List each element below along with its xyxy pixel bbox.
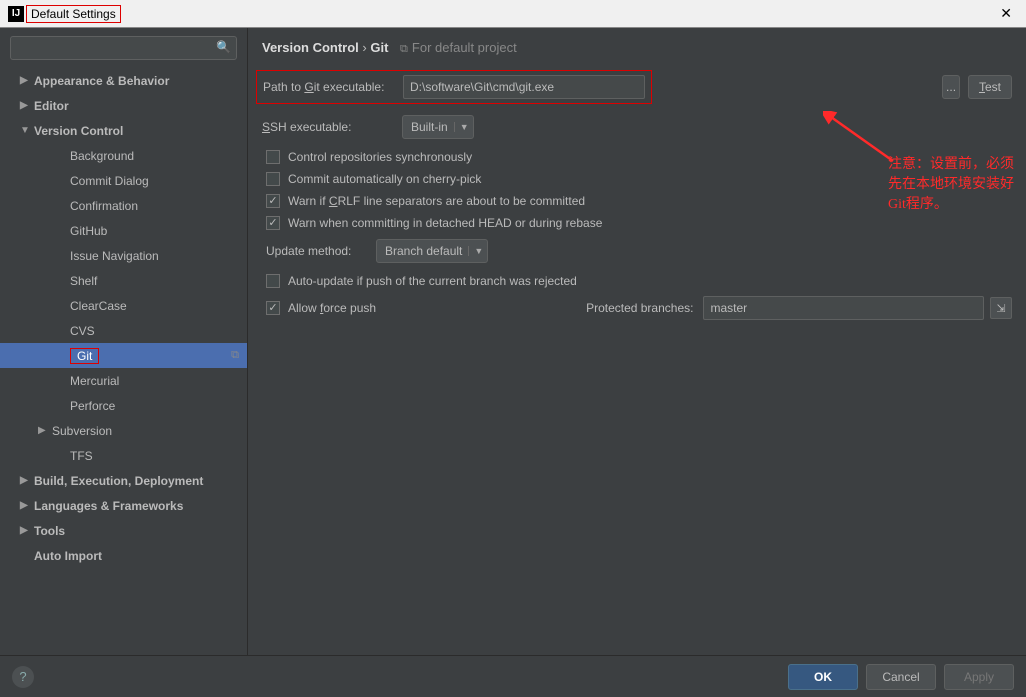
arrow-icon: ▶: [20, 500, 34, 511]
sidebar-item-languages-frameworks[interactable]: ▶Languages & Frameworks: [0, 493, 247, 518]
chevron-down-icon: ▼: [468, 246, 483, 256]
sidebar-item-clearcase[interactable]: ClearCase: [0, 293, 247, 318]
sidebar-item-mercurial[interactable]: Mercurial: [0, 368, 247, 393]
copy-icon: ⧉: [231, 349, 239, 362]
checkbox-icon: [266, 194, 280, 208]
sidebar-item-tfs[interactable]: TFS: [0, 443, 247, 468]
sidebar-item-background[interactable]: Background: [0, 143, 247, 168]
checkbox-icon: [266, 216, 280, 230]
arrow-icon: ▶: [20, 75, 34, 86]
sidebar-item-build-execution-deployment[interactable]: ▶Build, Execution, Deployment: [0, 468, 247, 493]
project-icon: ⧉: [400, 43, 408, 55]
arrow-icon: ▼: [20, 125, 34, 136]
sidebar-item-commit-dialog[interactable]: Commit Dialog: [0, 168, 247, 193]
sidebar: 🔍 ▶Appearance & Behavior▶Editor▼Version …: [0, 28, 248, 655]
ok-button[interactable]: OK: [788, 664, 858, 690]
git-path-input[interactable]: [403, 75, 645, 99]
sidebar-item-subversion[interactable]: ▶Subversion: [0, 418, 247, 443]
chevron-down-icon: ▼: [454, 122, 469, 132]
close-icon[interactable]: ✕: [994, 5, 1018, 22]
sidebar-item-perforce[interactable]: Perforce: [0, 393, 247, 418]
content-panel: Version Control › Git ⧉For default proje…: [248, 28, 1026, 655]
window-title: Default Settings: [30, 7, 994, 21]
arrow-icon: ▶: [38, 425, 52, 436]
check-detached-head[interactable]: Warn when committing in detached HEAD or…: [262, 216, 1012, 230]
apply-button[interactable]: Apply: [944, 664, 1014, 690]
search-icon: 🔍: [216, 40, 231, 54]
arrow-icon: ▶: [20, 100, 34, 111]
protected-branches-label: Protected branches:: [586, 301, 693, 315]
search-input[interactable]: [10, 36, 237, 60]
update-method-label: Update method:: [266, 244, 376, 258]
protected-branches-input[interactable]: [703, 296, 984, 320]
settings-tree: ▶Appearance & Behavior▶Editor▼Version Co…: [0, 68, 247, 655]
checkbox-icon: [266, 274, 280, 288]
browse-button[interactable]: ...: [942, 75, 960, 99]
arrow-icon: ▶: [20, 475, 34, 486]
test-button[interactable]: Test: [968, 75, 1012, 99]
ssh-dropdown[interactable]: Built-in▼: [402, 115, 474, 139]
sidebar-item-version-control[interactable]: ▼Version Control: [0, 118, 247, 143]
sidebar-item-issue-navigation[interactable]: Issue Navigation: [0, 243, 247, 268]
sidebar-item-auto-import[interactable]: Auto Import: [0, 543, 247, 568]
check-crlf[interactable]: Warn if CRLF line separators are about t…: [262, 194, 1012, 208]
ssh-label: SSH executable:: [262, 120, 402, 134]
sidebar-item-git[interactable]: Git⧉: [0, 343, 247, 368]
sidebar-item-github[interactable]: GitHub: [0, 218, 247, 243]
update-method-dropdown[interactable]: Branch default▼: [376, 239, 488, 263]
checkbox-icon: [266, 150, 280, 164]
titlebar: IJ Default Settings ✕: [0, 0, 1026, 28]
footer: ? OK Cancel Apply: [0, 655, 1026, 697]
checkbox-icon: [266, 301, 280, 315]
sidebar-item-shelf[interactable]: Shelf: [0, 268, 247, 293]
sidebar-item-tools[interactable]: ▶Tools: [0, 518, 247, 543]
checkbox-icon: [266, 172, 280, 186]
sidebar-item-cvs[interactable]: CVS: [0, 318, 247, 343]
check-auto-update[interactable]: Auto-update if push of the current branc…: [262, 274, 1012, 288]
sidebar-item-editor[interactable]: ▶Editor: [0, 93, 247, 118]
check-force-push[interactable]: Allow force push: [262, 301, 376, 315]
sidebar-item-appearance-behavior[interactable]: ▶Appearance & Behavior: [0, 68, 247, 93]
app-icon: IJ: [8, 6, 24, 22]
check-auto-cherry[interactable]: Commit automatically on cherry-pick: [262, 172, 1012, 186]
git-path-label: Path to Git executable:: [263, 80, 403, 94]
check-control-repos[interactable]: Control repositories synchronously: [262, 150, 1012, 164]
breadcrumb: Version Control › Git ⧉For default proje…: [262, 40, 1012, 56]
cancel-button[interactable]: Cancel: [866, 664, 936, 690]
git-path-highlight: Path to Git executable:: [256, 70, 652, 104]
sidebar-item-confirmation[interactable]: Confirmation: [0, 193, 247, 218]
arrow-icon: ▶: [20, 525, 34, 536]
help-icon[interactable]: ?: [12, 666, 34, 688]
expand-icon[interactable]: ⇲: [990, 297, 1012, 319]
